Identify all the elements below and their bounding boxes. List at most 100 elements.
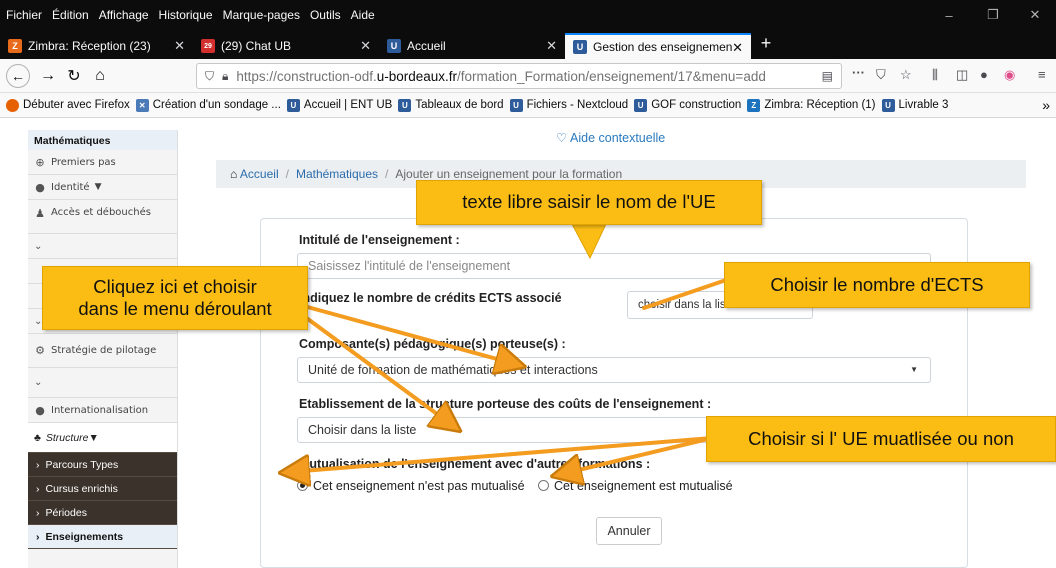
radio-non-mutualise[interactable]: Cet enseignement n'est pas mutualisé [297, 479, 525, 493]
callout-menu-deroulant: Cliquez ici et choisir dans le menu déro… [42, 266, 308, 330]
sidebar-toggle-icon[interactable]: ◫ [956, 67, 968, 83]
menu-fichier[interactable]: Fichier [2, 8, 46, 22]
bookmark-star-icon[interactable]: ☆ [900, 67, 912, 83]
breadcrumb-current: Ajouter un enseignement pour la formatio… [395, 167, 623, 181]
reload-button[interactable]: ↻ [62, 64, 86, 88]
mutualisation-radios: Cet enseignement n'est pas mutualisé Cet… [297, 479, 733, 493]
bookmark-tableaux-de-bord[interactable]: U Tableaux de bord [398, 98, 504, 112]
chat-favicon-icon: 29 [201, 39, 215, 53]
maximize-button[interactable]: ❐ [972, 0, 1014, 30]
minimize-button[interactable]: – [928, 0, 970, 30]
forward-button[interactable]: → [36, 64, 60, 88]
ub-icon: U [634, 98, 648, 112]
survey-icon: ✕ [135, 98, 149, 112]
menu-marque-pages[interactable]: Marque-pages [219, 8, 304, 22]
tab-accueil[interactable]: U Accueil ✕ [379, 33, 565, 59]
chevron-down-icon: ▼ [94, 182, 102, 192]
sidebar-item-structure[interactable]: ♣ Structure ▼ [28, 423, 177, 453]
tab-bar: Z Zimbra: Réception (23) ✕ 29 (29) Chat … [0, 30, 1056, 59]
globe-icon: ⊕ [35, 155, 45, 169]
radio-mutualise[interactable]: Cet enseignement est mutualisé [538, 479, 733, 493]
chevron-down-icon: ▼ [88, 431, 99, 444]
bookmark-sondage[interactable]: ✕ Création d'un sondage ... [135, 98, 281, 112]
tab-label: Gestion des enseignemen [593, 40, 733, 54]
pocket-icon[interactable]: ⛉ [876, 67, 886, 83]
reader-view-icon[interactable]: ▤ [822, 69, 833, 83]
sidebar-item-internationalisation[interactable]: ● Internationalisation [28, 398, 177, 423]
callout-line: Cliquez ici et choisir [93, 275, 257, 297]
composante-select[interactable]: Unité de formation de mathématiques et i… [297, 357, 931, 383]
menu-affichage[interactable]: Affichage [95, 8, 153, 22]
sidebar-item-enseignements[interactable]: › Enseignements [28, 525, 177, 549]
window-close-button[interactable]: ✕ [1014, 0, 1056, 30]
tab-zimbra[interactable]: Z Zimbra: Réception (23) ✕ [0, 33, 193, 59]
firefox-icon [6, 98, 19, 112]
sidebar: Mathématiques ⊕ Premiers pas ● Identité ▼ ♟… [28, 130, 178, 568]
composante-label: Composante(s) pédagogique(s) porteuse(s)… [299, 337, 566, 351]
menu-aide[interactable]: Aide [347, 8, 379, 22]
radio-unchecked-icon[interactable] [538, 480, 550, 491]
sidebar-item-periodes[interactable]: › Périodes [28, 501, 177, 525]
tab-close-icon[interactable]: ✕ [546, 38, 557, 54]
tab-label: (29) Chat UB [221, 39, 292, 53]
sidebar-item-cursus-enrichis[interactable]: › Cursus enrichis [28, 477, 177, 501]
sidebar-item-parcours-types[interactable]: › Parcours Types [28, 453, 177, 477]
caret-down-icon: ▼ [910, 365, 918, 374]
tab-close-icon[interactable]: ✕ [360, 38, 371, 54]
bookmark-ent-ub[interactable]: U Accueil | ENT UB [286, 98, 392, 112]
bookmark-gof-construction[interactable]: U GOF construction [634, 98, 741, 112]
bookmark-livrable-3[interactable]: U Livrable 3 [881, 98, 948, 112]
aide-contextuelle-link[interactable]: ♡ Aide contextuelle [556, 130, 665, 145]
url-text: https://construction-odf.u-bordeaux.fr/f… [236, 68, 766, 84]
new-tab-button[interactable]: + [756, 33, 776, 55]
tab-chat-ub[interactable]: 29 (29) Chat UB ✕ [193, 33, 379, 59]
tab-gestion-enseignements[interactable]: U Gestion des enseignemen ✕ [565, 33, 751, 59]
sidebar-item-premiers-pas[interactable]: ⊕ Premiers pas [28, 150, 177, 175]
library-icon[interactable]: ⫼ [932, 67, 938, 83]
bookmarks-bar: Débuter avec Firefox ✕ Création d'un sond… [0, 93, 1056, 118]
tab-close-icon[interactable]: ✕ [174, 38, 185, 54]
chevron-down-icon[interactable]: ⌄ [28, 234, 177, 259]
breadcrumb-home[interactable]: ⌂ Accueil [230, 167, 279, 181]
menu-outils[interactable]: Outils [306, 8, 345, 22]
breadcrumb-mathematiques[interactable]: Mathématiques [296, 167, 378, 181]
sidebar-item-acces[interactable]: ♟ Accès et débouchés [28, 200, 177, 234]
etablissement-label: Etablissement de la structure porteuse d… [299, 397, 712, 411]
firefox-monitor-icon[interactable]: ◉ [1004, 67, 1015, 83]
callout-mutualise: Choisir si l' UE muatlisée ou non [706, 416, 1056, 462]
sitemap-icon: ♣ [34, 431, 41, 444]
mutualisation-label: Mutualisation de l'enseignement avec d'a… [299, 457, 651, 471]
ub-icon: U [286, 98, 300, 112]
callout-nom-ue: texte libre saisir le nom de l'UE [416, 180, 762, 225]
home-button[interactable]: ⌂ [88, 64, 112, 88]
ub-favicon-icon: U [573, 40, 587, 54]
extension-icon[interactable]: ● [980, 67, 988, 82]
info-icon: ● [35, 180, 45, 194]
back-button[interactable]: ← [6, 64, 30, 88]
tab-label: Accueil [407, 39, 446, 53]
bookmarks-overflow-icon[interactable]: » [1042, 97, 1050, 113]
bookmark-debuter-firefox[interactable]: Débuter avec Firefox [6, 98, 130, 112]
page-actions-icon[interactable]: ··· [852, 65, 865, 80]
lock-icon[interactable]: 🔒︎ [222, 69, 228, 84]
hamburger-menu-icon[interactable]: ≡ [1038, 67, 1046, 82]
ub-icon: U [398, 98, 412, 112]
url-bar[interactable]: ⛉ 🔒︎ https://construction-odf.u-bordeaux… [196, 63, 842, 89]
annuler-button[interactable]: Annuler [596, 517, 662, 545]
menu-edition[interactable]: Édition [48, 8, 93, 22]
radio-checked-icon[interactable] [297, 480, 308, 491]
home-icon: ⌂ [230, 167, 240, 181]
sidebar-item-identite[interactable]: ● Identité ▼ [28, 175, 177, 200]
globe-icon: ● [35, 403, 45, 417]
bookmark-nextcloud[interactable]: U Fichiers - Nextcloud [509, 98, 628, 112]
sidebar-item-strategie[interactable]: ⚙ Stratégie de pilotage [28, 334, 177, 368]
bookmark-zimbra[interactable]: Z Zimbra: Réception (1) [747, 98, 876, 112]
shield-icon[interactable]: ⛉ [205, 69, 214, 84]
chevron-down-icon[interactable]: ⌄ [28, 368, 177, 398]
zimbra-icon: Z [747, 98, 761, 112]
menu-bar: Fichier Édition Affichage Historique Mar… [0, 0, 1056, 30]
tab-close-icon[interactable]: ✕ [732, 40, 743, 56]
ub-icon: U [509, 98, 523, 112]
menu-historique[interactable]: Historique [155, 8, 217, 22]
zimbra-favicon-icon: Z [8, 39, 22, 53]
